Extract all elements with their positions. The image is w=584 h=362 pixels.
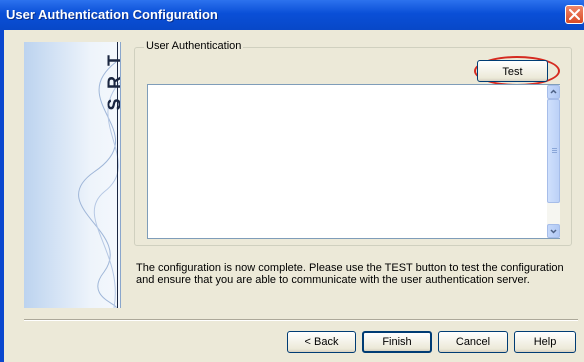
test-results-textarea[interactable] — [147, 84, 560, 239]
scroll-thumb[interactable] — [547, 99, 560, 203]
thumb-grip — [552, 150, 557, 151]
banner-divider-line — [117, 42, 118, 308]
banner-letter: S — [105, 96, 121, 114]
banner-letter: R — [105, 74, 121, 92]
back-button[interactable]: < Back — [287, 331, 356, 353]
completion-message: The configuration is now complete. Pleas… — [136, 262, 564, 286]
test-button[interactable]: Test — [477, 60, 548, 82]
brand-banner: T R S — [24, 42, 121, 308]
finish-button[interactable]: Finish — [362, 331, 432, 353]
thumb-grip — [552, 152, 557, 153]
scroll-down-button[interactable] — [547, 224, 560, 238]
help-button[interactable]: Help — [514, 331, 576, 353]
close-button[interactable] — [565, 5, 584, 24]
chevron-down-icon — [550, 229, 557, 234]
window-title: User Authentication Configuration — [6, 7, 218, 22]
banner-letter: T — [105, 52, 121, 70]
vertical-scrollbar[interactable] — [547, 85, 560, 238]
scroll-up-button[interactable] — [547, 85, 560, 99]
thumb-grip — [552, 148, 557, 149]
chevron-up-icon — [550, 89, 557, 94]
footer-divider — [24, 319, 578, 321]
title-bar[interactable]: User Authentication Configuration — [0, 0, 584, 30]
cancel-button[interactable]: Cancel — [438, 331, 508, 353]
close-icon — [569, 9, 580, 20]
group-label: User Authentication — [144, 40, 244, 52]
